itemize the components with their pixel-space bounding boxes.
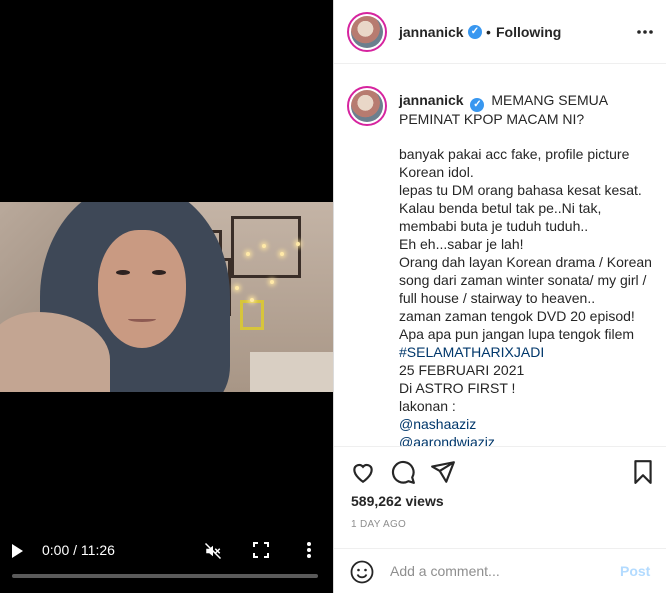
heart-icon[interactable] (350, 459, 376, 485)
avatar[interactable] (347, 12, 387, 52)
verified-icon: ✓ (468, 25, 482, 39)
caption-avatar[interactable] (347, 86, 387, 126)
caption-date: 25 FEBRUARI 2021 (399, 362, 525, 378)
verified-icon: ✓ (470, 98, 485, 112)
caption-header: jannanick ✓ MEMANG SEMUA PEMINAT KPOP MA… (399, 91, 659, 128)
share-icon[interactable] (430, 459, 456, 485)
fairy-light (246, 252, 250, 256)
separator-dot: • (486, 24, 491, 40)
caption-username[interactable]: jannanick (399, 92, 464, 108)
video-time: 0:00 / 11:26 (42, 542, 115, 558)
view-count[interactable]: 589,262 views (351, 493, 444, 509)
emoji-icon[interactable] (350, 560, 374, 584)
mention-link[interactable]: @nashaaziz (399, 416, 476, 432)
mouth (128, 316, 156, 322)
face (98, 230, 186, 348)
video-controls: 0:00 / 11:26 (0, 532, 333, 572)
comment-icon[interactable] (390, 459, 416, 485)
eye (116, 270, 130, 275)
muted-icon[interactable] (204, 542, 222, 560)
hashtag-link[interactable]: #SELAMATHARIXJADI (399, 344, 544, 360)
fairy-light (280, 252, 284, 256)
comment-input[interactable] (390, 561, 610, 581)
add-comment-bar: Post (334, 548, 666, 593)
caption-channel: Di ASTRO FIRST ! (399, 380, 516, 396)
wall-frame (240, 300, 264, 330)
caption-area: jannanick ✓ MEMANG SEMUA PEMINAT KPOP MA… (334, 64, 666, 446)
video-progress-bar[interactable] (12, 574, 318, 578)
bookmark-icon[interactable] (630, 459, 656, 485)
person (0, 202, 240, 392)
fairy-light (296, 242, 300, 246)
post-sidebar: jannanick ✓ • Following jannanick ✓ MEMA… (333, 0, 666, 593)
caption-body: banyak pakai acc fake, profile picture K… (399, 145, 661, 446)
post-header: jannanick ✓ • Following (334, 0, 666, 64)
caption-text: banyak pakai acc fake, profile picture K… (399, 146, 652, 342)
post-actions: 589,262 views 1 DAY AGO Post (334, 446, 666, 593)
video-frame[interactable] (0, 202, 333, 392)
play-icon[interactable] (12, 544, 23, 558)
following-button[interactable]: Following (496, 24, 561, 40)
more-horizontal-icon[interactable] (636, 24, 654, 40)
mention-link[interactable]: @aarondwiaziz (399, 434, 495, 446)
more-vertical-icon[interactable] (302, 541, 316, 559)
fullscreen-icon[interactable] (253, 542, 269, 558)
bed (250, 352, 333, 392)
eye (152, 270, 166, 275)
fairy-light (270, 280, 274, 284)
caption-cast-label: lakonan : (399, 398, 456, 414)
header-username[interactable]: jannanick (399, 24, 464, 40)
post-button[interactable]: Post (620, 563, 650, 579)
video-player[interactable]: 0:00 / 11:26 (0, 0, 333, 593)
fairy-light (250, 298, 254, 302)
wall-frame (231, 216, 301, 278)
fairy-light (262, 244, 266, 248)
post-time[interactable]: 1 DAY AGO (351, 519, 406, 530)
